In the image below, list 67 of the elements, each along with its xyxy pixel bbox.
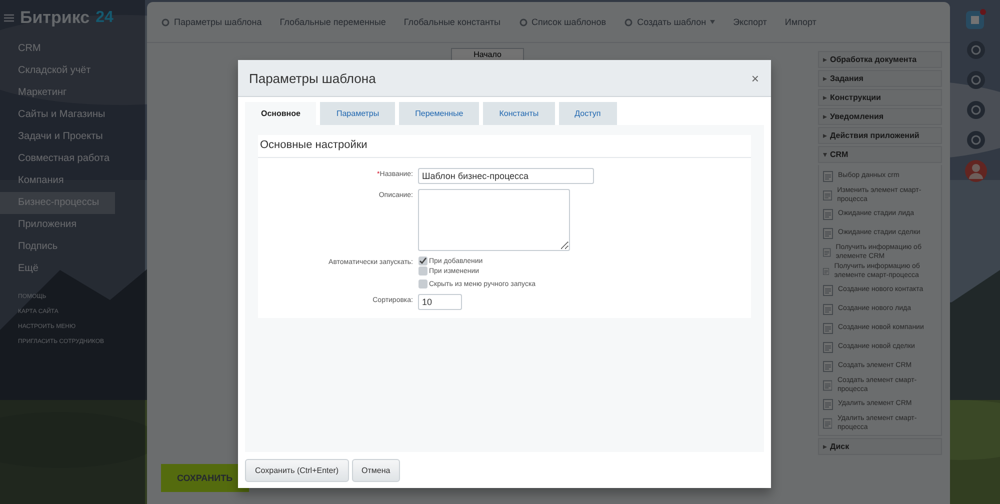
toolbar-button[interactable]: Импорт — [784, 17, 816, 27]
section-title: Основные настройки — [258, 135, 751, 158]
document-icon — [823, 190, 832, 201]
sidebar-item[interactable]: Совместная работа — [0, 148, 145, 170]
tab[interactable]: Константы — [483, 102, 555, 125]
toolbar-button[interactable]: Экспорт — [733, 17, 767, 27]
palette-group[interactable]: Диск — [818, 438, 942, 455]
document-icon — [823, 209, 833, 220]
palette-group[interactable]: Уведомления — [818, 108, 942, 125]
name-field[interactable]: Шаблон бизнес-процесса — [418, 168, 594, 184]
toolbar-button[interactable]: Глобальные константы — [404, 17, 501, 27]
toolbar-button[interactable]: Список шаблонов — [518, 17, 606, 27]
sidebar-item[interactable]: Складской учёт — [0, 60, 145, 82]
document-icon — [823, 285, 833, 296]
dialog-title: Параметры шаблона — [249, 70, 376, 86]
document-icon — [823, 323, 833, 334]
sidebar-item[interactable]: Приложения — [0, 214, 145, 236]
toolbar-button[interactable]: Создать шаблон — [624, 17, 716, 27]
start-block[interactable]: Начало — [450, 48, 524, 61]
close-button[interactable]: × — [751, 70, 759, 86]
tab[interactable]: Параметры — [320, 102, 396, 125]
checkbox[interactable] — [418, 256, 428, 266]
document-icon — [823, 399, 833, 410]
sort-field[interactable]: 10 — [418, 294, 462, 310]
sidebar-item[interactable]: Ещё — [0, 258, 145, 280]
sidebar-item[interactable]: Компания — [0, 170, 145, 192]
palette-group[interactable]: Конструкции — [818, 89, 942, 106]
dialog-button[interactable]: Отмена — [352, 458, 400, 482]
caret-icon — [823, 58, 827, 62]
document-icon — [823, 418, 832, 429]
tab[interactable]: Основное — [245, 102, 316, 125]
sidebar-item[interactable]: Сайты и Магазины — [0, 104, 145, 126]
caret-icon — [823, 114, 827, 118]
tab[interactable]: Переменные — [399, 102, 480, 125]
document-icon — [823, 380, 832, 391]
caret-icon — [710, 20, 716, 24]
description-field[interactable] — [418, 189, 570, 251]
palette-group[interactable]: Задания — [818, 70, 942, 87]
app-icon[interactable] — [966, 8, 986, 30]
toolbar-button[interactable]: Параметры шаблона — [161, 17, 262, 27]
avatar-icon[interactable] — [965, 160, 987, 182]
palette-group[interactable]: Действия приложений — [818, 127, 942, 144]
document-icon — [823, 171, 833, 182]
caret-icon — [823, 96, 827, 100]
caret-icon — [823, 152, 827, 156]
dialog-button[interactable]: Сохранить (Ctrl+Enter) — [245, 458, 349, 482]
palette-group[interactable]: CRM — [818, 146, 942, 163]
document-icon — [823, 247, 831, 258]
logo-text: Битрикс — [20, 8, 90, 28]
tab[interactable]: Доступ — [558, 102, 617, 125]
sidebar-item[interactable]: CRM — [0, 38, 145, 60]
document-icon — [823, 266, 830, 277]
menu-icon[interactable] — [4, 14, 14, 22]
caret-icon — [823, 444, 827, 448]
sidebar-item[interactable]: Задачи и Проекты — [0, 126, 145, 148]
sidebar-item[interactable]: Подпись — [0, 236, 145, 258]
checkbox[interactable] — [418, 279, 428, 289]
sidebar-item[interactable]: Маркетинг — [0, 82, 145, 104]
palette-group[interactable]: Обработка документа — [818, 51, 942, 68]
toolbar-button[interactable]: Глобальные переменные — [280, 17, 386, 27]
document-icon — [823, 304, 833, 315]
document-icon — [823, 342, 833, 353]
logo-number: 24 — [96, 9, 114, 27]
caret-icon — [823, 134, 827, 138]
checkbox[interactable] — [418, 266, 428, 276]
document-icon — [823, 228, 833, 239]
document-icon — [823, 361, 833, 372]
